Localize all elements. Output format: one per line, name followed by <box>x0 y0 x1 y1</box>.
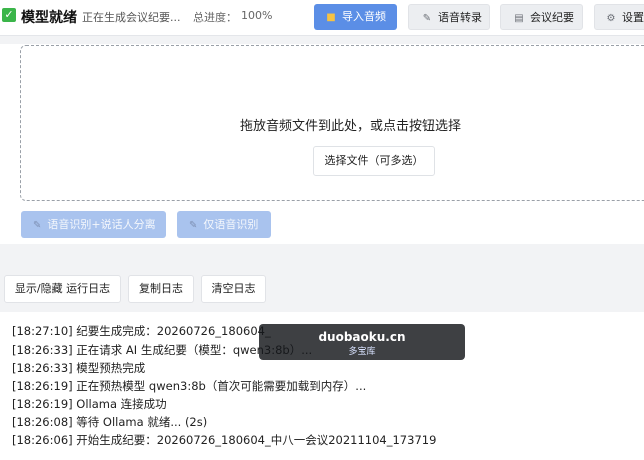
settings-label: 设置 <box>622 11 644 24</box>
task-status-text: 正在生成会议纪要... <box>82 11 181 24</box>
speech-to-text-button[interactable]: ✎ 语音转录 <box>408 4 490 30</box>
microphone-icon: ✎ <box>189 220 198 231</box>
folder-icon: ■ <box>326 12 336 23</box>
log-line: [18:26:19] 正在预热模型 qwen3:8b（首次可能需要加载到内存）.… <box>12 379 367 393</box>
log-line: [18:26:33] 模型预热完成 <box>12 361 146 375</box>
asr-only-button[interactable]: ✎ 仅语音识别 <box>177 211 271 238</box>
check-square-icon: ✓ <box>2 8 16 22</box>
asr-diarization-button[interactable]: ✎ 语音识别+说话人分离 <box>21 211 166 238</box>
settings-button[interactable]: ⚙ 设置 <box>594 4 644 30</box>
top-toolbar: ✓ 模型就绪 正在生成会议纪要... 总进度： 100% ■ 导入音频 ✎ 语音转录… <box>0 0 644 36</box>
drop-hint-text: 拖放音频文件到此处，或点击按钮选择 <box>240 119 462 134</box>
asr-only-label: 仅语音识别 <box>203 218 259 231</box>
import-panel: 拖放音频文件到此处，或点击按钮选择 选择文件（可多选） ✎ 语音识别+说话人分离 … <box>0 44 644 244</box>
choose-files-button[interactable]: 选择文件（可多选） <box>313 146 435 176</box>
microphone-icon: ✎ <box>33 220 42 231</box>
meeting-minutes-label: 会议纪要 <box>530 11 574 24</box>
copy-log-button[interactable]: 复制日志 <box>128 275 194 303</box>
progress-label: 总进度： <box>193 11 237 24</box>
toggle-log-button[interactable]: 显示/隐藏 运行日志 <box>4 275 121 303</box>
progress-value: 100% <box>241 9 273 22</box>
log-line: [18:26:08] 等待 Ollama 就绪... (2s) <box>12 415 208 429</box>
log-line: [18:26:06] 开始生成纪要：20260726_180604_中八一会议2… <box>12 433 437 447</box>
speech-to-text-label: 语音转录 <box>438 11 482 24</box>
log-line: [18:27:10] 纪要生成完成：20260726_180604_ <box>12 324 271 338</box>
pencil-icon: ✎ <box>422 13 432 24</box>
watermark-name: 多宝库 <box>348 347 376 357</box>
site-watermark: duobaoku.cn 多宝库 <box>259 324 465 360</box>
gear-icon: ⚙ <box>606 13 616 24</box>
watermark-domain: duobaoku.cn <box>318 330 406 344</box>
log-line: [18:26:19] Ollama 连接成功 <box>12 397 167 411</box>
meeting-minutes-button[interactable]: ▤ 会议纪要 <box>500 4 583 30</box>
clear-log-button[interactable]: 清空日志 <box>201 275 266 303</box>
asr-diarization-label: 语音识别+说话人分离 <box>47 218 156 231</box>
clipboard-icon: ▤ <box>514 13 524 24</box>
model-status-title: 模型就绪 <box>21 10 77 26</box>
import-audio-button[interactable]: ■ 导入音频 <box>314 4 397 30</box>
import-audio-label: 导入音频 <box>342 10 386 23</box>
